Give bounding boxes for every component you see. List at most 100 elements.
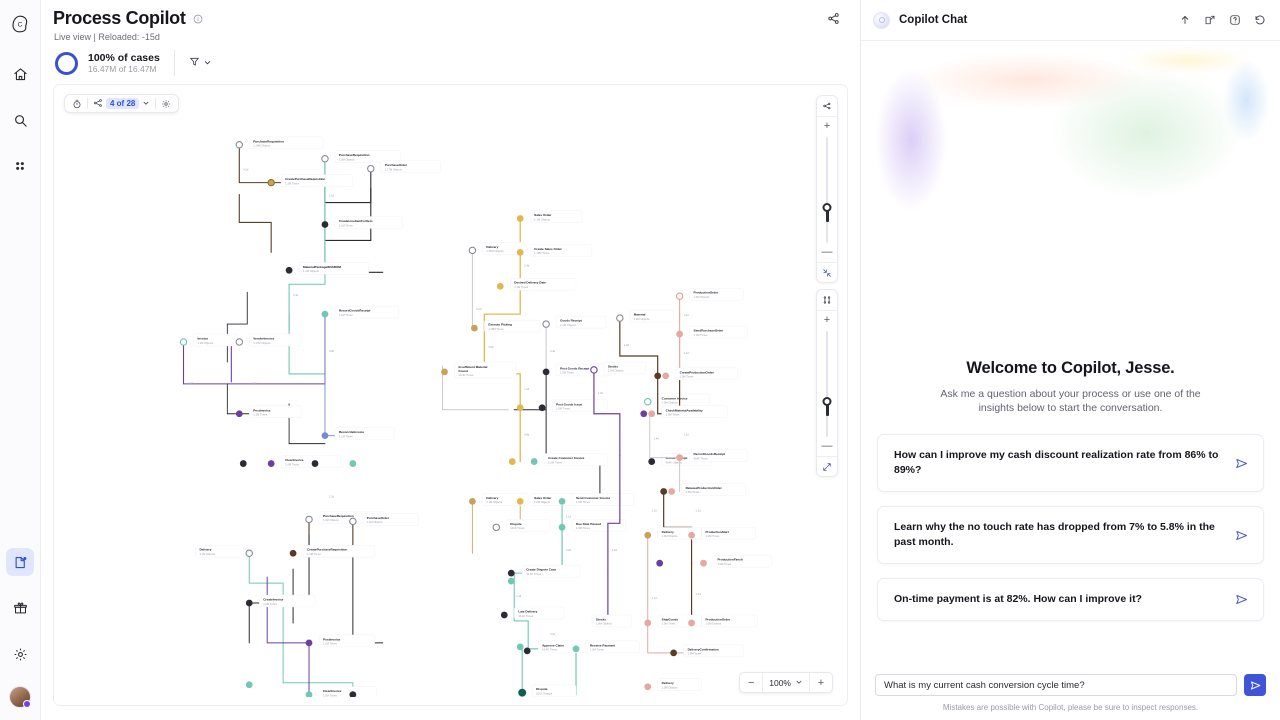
zoom-out-button[interactable]: − (740, 673, 762, 692)
connections-icon[interactable] (817, 290, 837, 311)
gift-icon[interactable] (6, 594, 34, 622)
svg-text:4.2d: 4.2d (566, 548, 572, 552)
svg-text:PurchaseRequisition: PurchaseRequisition (339, 153, 370, 157)
slider-decrease-button[interactable]: — (822, 245, 833, 262)
slider-track[interactable] (822, 137, 832, 243)
expand-icon[interactable] (817, 456, 837, 476)
info-icon[interactable] (193, 14, 203, 24)
svg-text:1.1d: 1.1d (696, 592, 702, 596)
svg-text:Approve Claim: Approve Claim (542, 643, 564, 647)
share-icon[interactable] (827, 12, 840, 25)
svg-text:3.4d: 3.4d (550, 349, 556, 353)
graph-settings-gear-icon[interactable] (156, 95, 176, 112)
svg-text:Customer Invoice: Customer Invoice (662, 396, 688, 400)
welcome-title: Welcome to Copilot, Jesse. (966, 359, 1175, 377)
slider-increase-button[interactable]: + (824, 311, 830, 329)
zoom-in-button[interactable]: + (810, 673, 832, 692)
filter-button[interactable] (189, 54, 212, 72)
grid-apps-icon[interactable] (6, 152, 34, 180)
send-icon[interactable] (1234, 528, 1249, 543)
svg-text:1.0M Objects: 1.0M Objects (662, 685, 678, 689)
svg-text:1.45M Objects: 1.45M Objects (486, 249, 504, 253)
celonis-logo-icon[interactable]: C (6, 10, 34, 38)
svg-text:1.1M Times: 1.1M Times (307, 552, 321, 556)
svg-text:CreateProductionOrder: CreateProductionOrder (680, 370, 715, 374)
suggestion-text: How can I improve my cash discount reali… (894, 449, 1219, 477)
activity-slider[interactable]: + — (816, 95, 838, 283)
suggestion-text: Learn why the no touch rate has dropped … (894, 521, 1215, 549)
svg-text:1.1M Times: 1.1M Times (285, 181, 299, 185)
slider-decrease-button[interactable]: — (822, 439, 833, 456)
page-header: Process Copilot Live view | Reloaded: -1… (41, 0, 860, 76)
case-coverage-ring (55, 51, 78, 75)
suggestion-card[interactable]: Learn why the no touch rate has dropped … (877, 506, 1264, 565)
suggestion-card[interactable]: How can I improve my cash discount reali… (877, 434, 1264, 493)
svg-text:1.0M Times: 1.0M Times (323, 693, 337, 696)
svg-text:ProductionFinish: ProductionFinish (717, 558, 742, 562)
svg-text:CreateInvoice: CreateInvoice (263, 598, 283, 602)
process-graph[interactable]: PurchaseRequisition 1.14M Objects Purcha… (54, 85, 847, 697)
search-icon[interactable] (6, 106, 34, 134)
svg-text:1.1d: 1.1d (524, 387, 530, 391)
slider-increase-button[interactable]: + (824, 117, 830, 135)
svg-text:MaterialPackageWithBOM: MaterialPackageWithBOM (303, 265, 341, 269)
svg-text:Goods Receipt: Goods Receipt (560, 319, 582, 323)
svg-text:1.0M Times: 1.0M Times (688, 652, 702, 656)
slider-thumb[interactable] (822, 396, 832, 406)
svg-text:1.0M Objects: 1.0M Objects (634, 317, 650, 321)
svg-text:1.18M Times: 1.18M Times (488, 327, 504, 331)
svg-text:Found: Found (458, 369, 468, 373)
zoom-control: − 100% + (739, 672, 833, 693)
zoom-level-label: 100% (769, 677, 791, 688)
svg-text:1.1d: 1.1d (684, 433, 690, 437)
zoom-level-selector[interactable]: 100% (762, 673, 810, 692)
chevron-down-icon (142, 99, 150, 109)
svg-text:Create Customer Invoice: Create Customer Invoice (548, 456, 585, 460)
svg-text:Desired Delivery Date: Desired Delivery Date (514, 281, 546, 285)
slider-track[interactable] (822, 331, 832, 437)
slider-thumb[interactable] (822, 202, 832, 212)
svg-text:1.1d: 1.1d (329, 194, 335, 198)
svg-text:PurchaseRequisition: PurchaseRequisition (253, 139, 284, 143)
help-icon[interactable] (1229, 14, 1241, 26)
connection-slider[interactable]: + — (816, 289, 838, 477)
suggestion-text: On-time payment is at 82%. How can I imp… (894, 593, 1142, 606)
svg-text:16.4K Times: 16.4K Times (458, 373, 474, 377)
svg-text:ClearInvoice: ClearInvoice (285, 458, 304, 462)
svg-text:1.1d: 1.1d (516, 594, 522, 598)
svg-text:Sales Order: Sales Order (534, 213, 552, 217)
send-icon[interactable] (1234, 592, 1249, 607)
svg-text:1.1M Times: 1.1M Times (694, 333, 708, 337)
upload-icon[interactable] (1179, 14, 1191, 26)
svg-text:ProductionOrder: ProductionOrder (706, 617, 731, 621)
svg-text:Delivery: Delivery (199, 548, 211, 552)
svg-text:ProductionStart: ProductionStart (706, 530, 729, 534)
svg-text:1.0M Times: 1.0M Times (548, 460, 562, 464)
stopwatch-icon[interactable] (67, 95, 87, 112)
svg-text:1.0M Objects: 1.0M Objects (694, 295, 710, 299)
suggestion-card[interactable]: On-time payment is at 82%. How can I imp… (877, 578, 1264, 622)
home-icon[interactable] (6, 60, 34, 88)
activities-icon[interactable] (817, 96, 837, 117)
variant-selector[interactable]: 4 of 28 (88, 95, 155, 112)
page-add-icon[interactable] (6, 548, 34, 576)
svg-text:Stocks: Stocks (608, 364, 618, 368)
svg-text:Post Goods Receipt: Post Goods Receipt (560, 366, 589, 370)
svg-text:1.0M Objects: 1.0M Objects (662, 401, 678, 405)
svg-text:16.4K Times: 16.4K Times (542, 648, 558, 652)
export-icon[interactable] (1204, 14, 1216, 26)
chat-title: Copilot Chat (899, 14, 968, 26)
svg-text:2.2d: 2.2d (684, 351, 690, 355)
svg-text:1.4d: 1.4d (624, 343, 630, 347)
history-icon[interactable] (1254, 14, 1266, 26)
process-variant-icon (93, 98, 103, 110)
svg-text:101K Times: 101K Times (510, 526, 525, 530)
collapse-icon[interactable] (817, 262, 837, 282)
process-canvas[interactable]: 4 of 28 PurchaseRequisition 1.14M Object… (53, 84, 848, 706)
chat-input[interactable] (875, 674, 1237, 696)
send-button[interactable] (1244, 674, 1266, 696)
send-icon[interactable] (1234, 456, 1249, 471)
svg-text:DeliveryConfirmation: DeliveryConfirmation (688, 647, 719, 651)
avatar[interactable] (9, 686, 31, 708)
gear-icon[interactable] (6, 640, 34, 668)
